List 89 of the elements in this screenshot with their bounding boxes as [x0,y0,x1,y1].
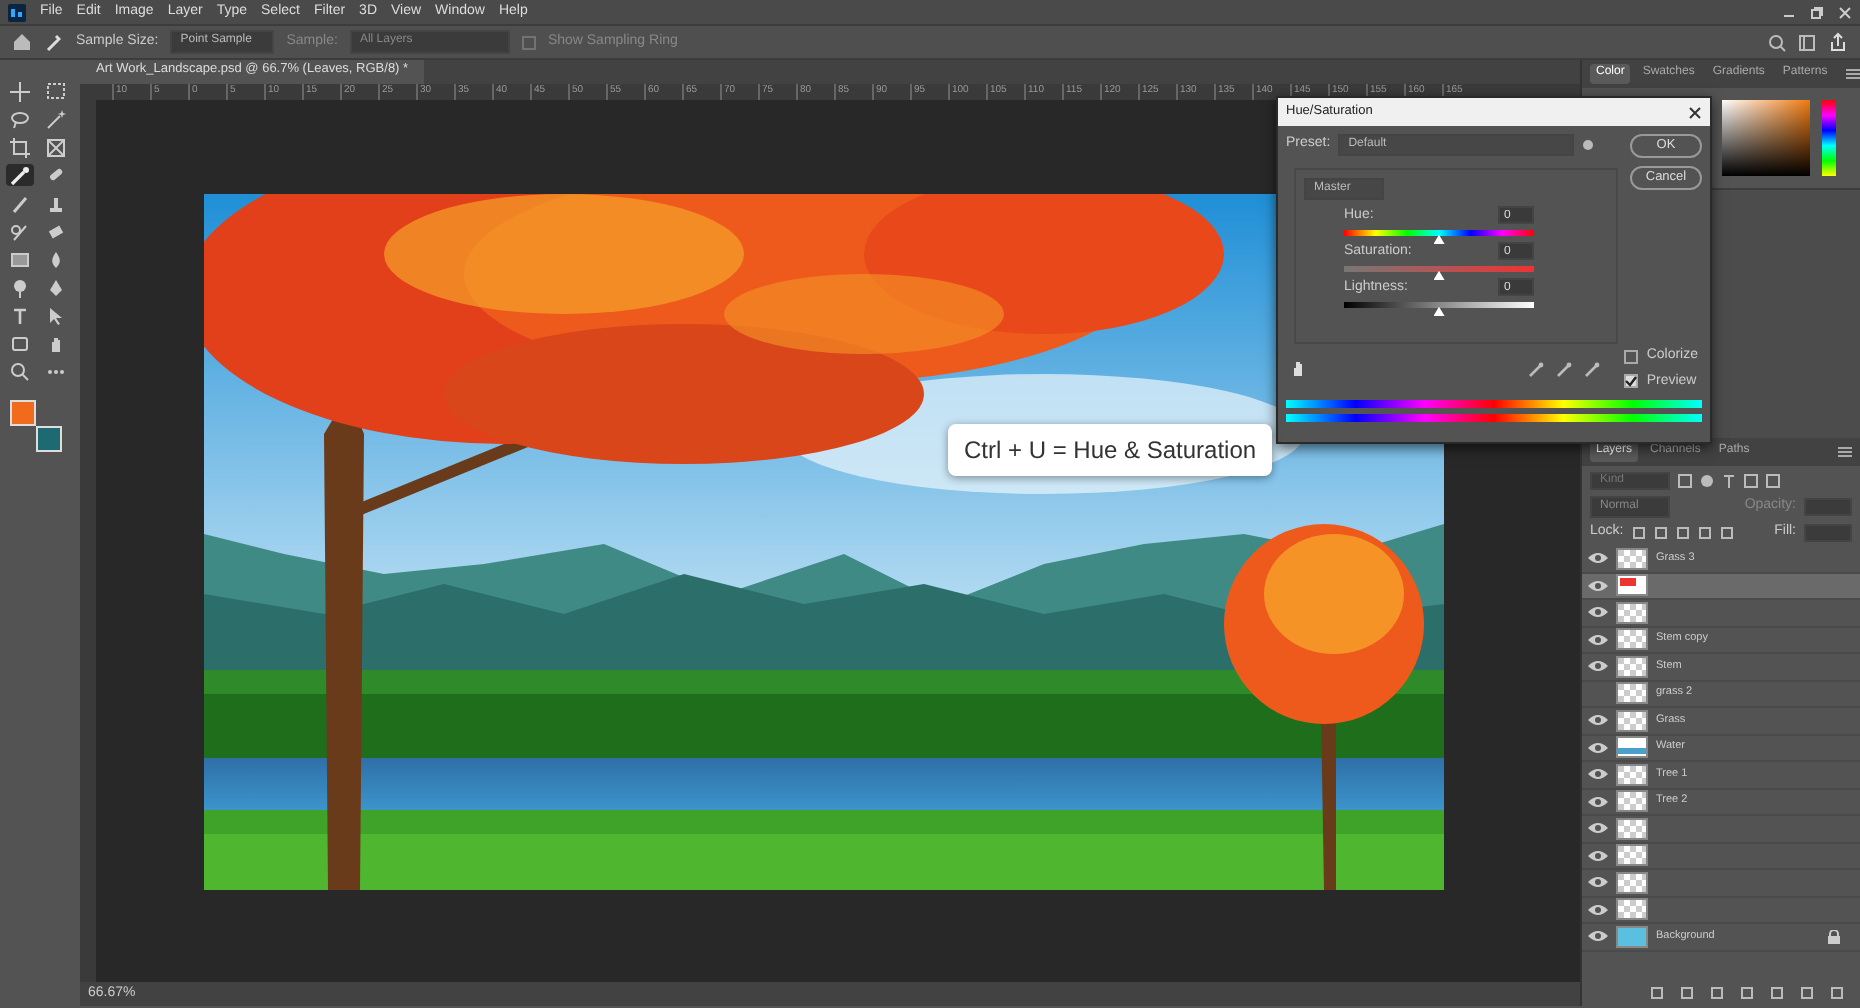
color-field[interactable] [1722,100,1810,176]
lock-artboard-icon[interactable] [1697,526,1712,540]
eyedropper-icon[interactable] [44,32,64,52]
search-icon[interactable] [1768,33,1786,51]
shortcut-tooltip: Ctrl + U = Hue & Saturation [948,424,1273,477]
gear-icon[interactable] [1582,138,1599,153]
slider-thumb[interactable] [1433,234,1445,245]
workspace-icon[interactable] [1798,33,1816,51]
fx-icon[interactable] [1680,986,1694,1000]
lock-all-icon[interactable] [1719,526,1734,540]
layer-row[interactable] [1582,573,1860,600]
layer-thumbnail [1616,790,1648,813]
layer-thumbnail [1616,763,1648,786]
foreground-color-swatch[interactable] [10,400,36,426]
lock-brush-icon[interactable] [1653,526,1668,540]
background-color-swatch[interactable] [36,426,62,452]
eyedropper-minus-icon[interactable] [1584,361,1601,378]
eye-icon[interactable] [1588,901,1608,918]
slider-thumb[interactable] [1433,270,1445,281]
lock-pixels-icon[interactable] [1631,526,1646,540]
gradient-tool-icon[interactable] [6,248,34,270]
layer-thumbnail [1616,925,1648,948]
eye-icon[interactable] [1588,820,1608,837]
panel-menu-icon[interactable] [1845,68,1860,80]
move-tool-icon[interactable] [6,80,34,102]
shape-filter-icon[interactable] [1744,473,1758,487]
folder-icon[interactable] [1770,986,1784,1000]
layer-thumbnail [1616,655,1648,678]
marquee-tool-icon[interactable] [42,80,70,102]
layer-row[interactable] [1582,870,1860,897]
layer-thumbnail [1616,844,1648,867]
new-layer-icon[interactable] [1800,986,1814,1000]
lock-position-icon[interactable] [1675,526,1690,540]
slider-thumb[interactable] [1433,306,1445,317]
eye-icon[interactable] [1588,874,1608,891]
lasso-tool-icon[interactable] [6,108,34,130]
eyedropper-tool-icon[interactable] [6,164,34,186]
close-icon[interactable] [1688,105,1702,119]
frame-tool-icon[interactable] [42,136,70,158]
eyedropper-icon[interactable] [1528,361,1545,378]
eyedropper-plus-icon[interactable] [1556,361,1573,378]
panel-menu-icon[interactable] [1838,446,1852,458]
eye-icon[interactable] [1588,793,1608,810]
layer-thumbnail [1616,871,1648,894]
eye-icon[interactable] [1588,847,1608,864]
wand-tool-icon[interactable] [42,108,70,130]
eye-icon[interactable] [1588,631,1608,648]
layer-thumbnail [1616,628,1648,651]
eye-icon[interactable] [1588,658,1608,675]
mask-icon[interactable] [1710,986,1724,1000]
eye-icon[interactable] [1588,739,1608,756]
eye-icon[interactable] [1588,766,1608,783]
type-filter-icon[interactable] [1722,473,1736,487]
layer-row[interactable] [1582,897,1860,924]
layer-thumbnail [1616,601,1648,624]
image-filter-icon[interactable] [1678,473,1692,487]
adjustment-filter-icon[interactable] [1700,473,1714,487]
smart-object-filter-icon[interactable] [1766,473,1780,487]
layer-thumbnail [1616,817,1648,840]
layer-thumbnail [1616,898,1648,921]
layer-row[interactable] [1582,816,1860,843]
colorize-checkbox[interactable] [1624,349,1639,364]
share-icon[interactable] [1828,32,1848,52]
layer-thumbnail [1616,574,1648,597]
eye-icon[interactable] [1588,550,1608,567]
layer-thumbnail [1616,682,1648,705]
restore-icon[interactable] [1810,5,1824,19]
hand-icon[interactable] [1290,360,1308,379]
adjustment-icon[interactable] [1740,986,1754,1000]
layer-thumbnail [1616,547,1648,570]
rectangle-tool-icon[interactable] [6,332,34,354]
layer-row[interactable] [1582,600,1860,627]
hue-strip[interactable] [1822,100,1836,176]
layer-thumbnail [1616,709,1648,732]
layer-row[interactable] [1582,843,1860,870]
preview-checkbox[interactable] [1624,374,1639,389]
zoom-tool-icon[interactable] [6,360,34,382]
app-logo-icon [8,3,26,21]
eye-icon[interactable] [1588,928,1608,945]
opacity-field[interactable] [1804,498,1852,516]
layer-thumbnail [1616,736,1648,759]
home-icon[interactable] [12,32,32,52]
crop-tool-icon[interactable] [6,136,34,158]
fill-field[interactable] [1804,524,1852,542]
link-icon[interactable] [1650,986,1664,1000]
eye-icon[interactable] [1588,712,1608,729]
eye-icon[interactable] [1588,604,1608,621]
trash-icon[interactable] [1830,986,1844,1000]
eye-icon[interactable] [1588,577,1608,594]
